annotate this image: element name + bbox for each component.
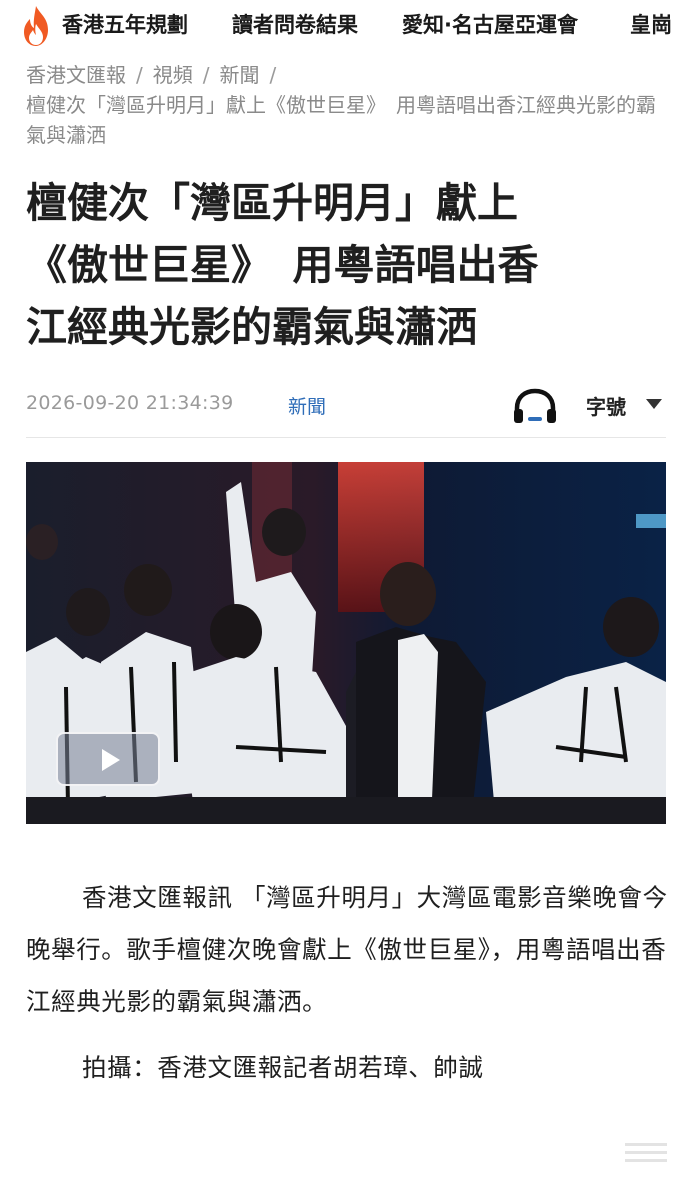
breadcrumb: 香港文匯報 / 視頻 / 新聞 / 檀健次「灣區升明月」獻上《傲世巨星》 用粵語唱出香江經… (26, 60, 666, 150)
breadcrumb-separator: / (202, 63, 210, 87)
play-icon (102, 749, 120, 771)
article-meta: 2026-09-20 21:34:39 新聞 字號 (26, 388, 666, 424)
video-player[interactable] (26, 462, 666, 824)
breadcrumb-current-title: 檀健次「灣區升明月」獻上《傲世巨星》 用粵語唱出香江經典光影的霸氣與瀟洒 (26, 93, 656, 147)
breadcrumb-video[interactable]: 視頻 (153, 63, 193, 87)
headline-line: 檀健次「灣區升明月」獻上 (26, 179, 518, 227)
play-button[interactable] (56, 732, 160, 786)
breadcrumb-home[interactable]: 香港文匯報 (26, 63, 126, 87)
breadcrumb-separator: / (136, 63, 143, 87)
breadcrumb-news[interactable]: 新聞 (220, 63, 260, 87)
article-headline: 檀健次「灣區升明月」獻上 《傲世巨星》 用粵語唱出香 江經典光影的霸氣與瀟洒 (26, 172, 666, 358)
category-link[interactable]: 新聞 (288, 392, 326, 419)
nav-item-survey-results[interactable]: 讀者問卷結果 (232, 11, 358, 39)
headphones-icon[interactable] (512, 388, 558, 424)
breadcrumb-separator: / (269, 63, 277, 87)
headline-line: 江經典光影的霸氣與瀟洒 (26, 303, 477, 351)
nav-item-asian-games[interactable]: 愛知·名古屋亞運會 (402, 11, 578, 39)
chevron-down-icon[interactable] (646, 399, 662, 409)
divider (26, 437, 666, 438)
photo-credit: 拍攝：香港文匯報記者胡若璋、帥誠 (82, 1053, 484, 1082)
nav-item-five-year-plan[interactable]: 香港五年規劃 (62, 11, 188, 39)
nav-item-huanggang[interactable]: 皇崗 (630, 11, 672, 39)
flame-icon[interactable] (16, 4, 56, 48)
more-lines-icon (625, 1143, 667, 1162)
headline-line: 《傲世巨星》 用粵語唱出香 (26, 241, 539, 289)
publish-datetime: 2026-09-20 21:34:39 (26, 392, 234, 414)
font-size-dropdown[interactable]: 字號 (586, 391, 626, 420)
article-body: 香港文匯報訊 「灣區升明月」大灣區電影音樂晚會今晚舉行。歌手檀健次晚會獻上《傲世… (26, 872, 672, 1028)
top-nav: 香港五年規劃 讀者問卷結果 愛知·名古屋亞運會 皇崗 (0, 0, 690, 52)
article-body-text: 香港文匯報訊 「灣區升明月」大灣區電影音樂晚會今晚舉行。歌手檀健次晚會獻上《傲世… (26, 883, 668, 1016)
